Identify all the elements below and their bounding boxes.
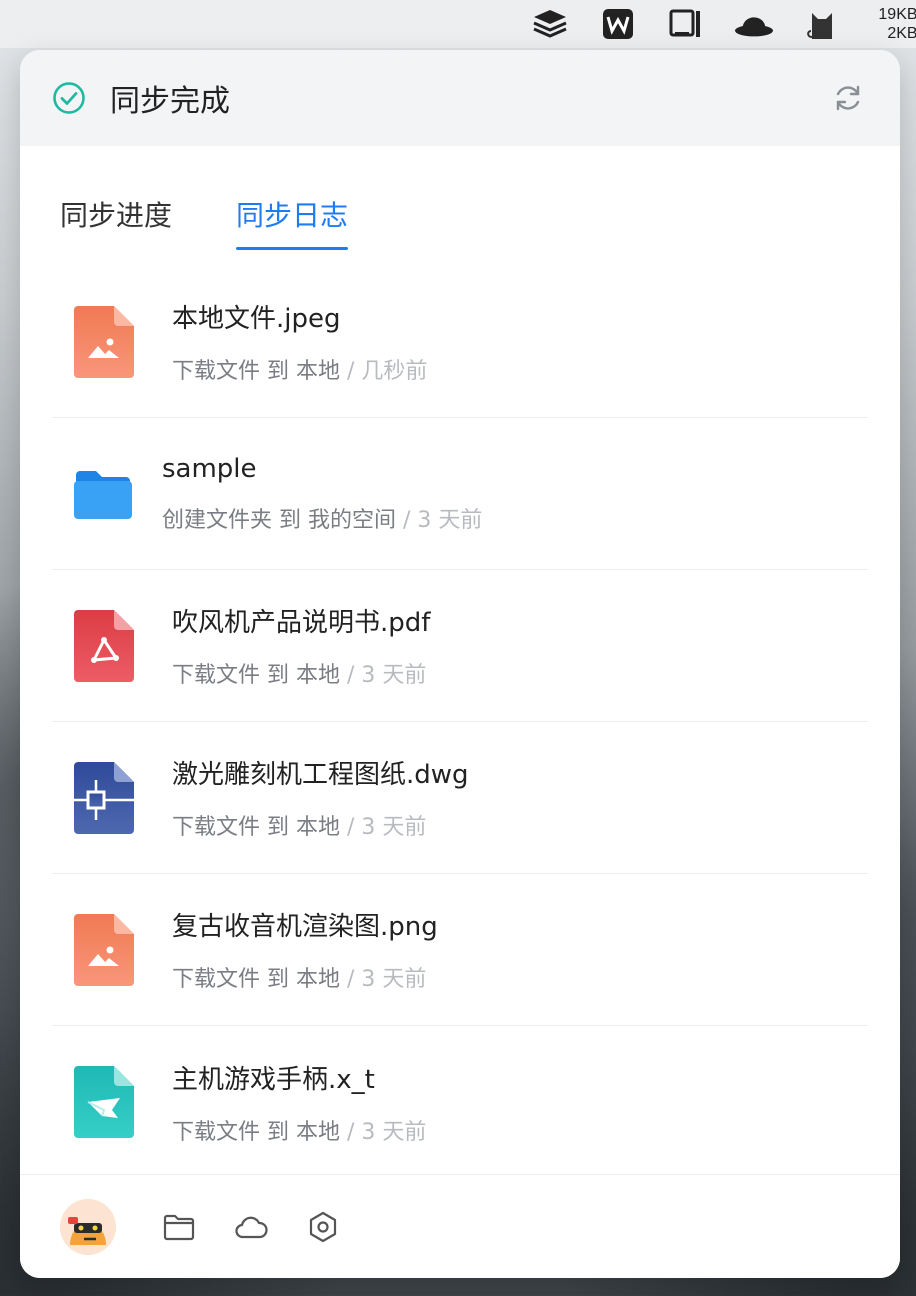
file-meta: 创建文件夹 到 我的空间 / 3 天前	[162, 507, 483, 533]
file-name: 复古收音机渲染图.png	[172, 912, 438, 942]
model-file-icon	[74, 1066, 134, 1138]
avatar[interactable]	[60, 1198, 116, 1255]
sync-log-list: 本地文件.jpeg 下载文件 到 本地 / 几秒前 sample 创建文件夹 到…	[52, 266, 868, 1178]
pdf-file-icon	[74, 609, 134, 682]
file-name: 主机游戏手柄.x_t	[172, 1064, 375, 1095]
file-name: 激光雕刻机工程图纸.dwg	[172, 760, 469, 790]
tablet-icon[interactable]	[666, 4, 706, 44]
folder-outline-icon[interactable]	[162, 1210, 196, 1244]
check-circle-icon	[53, 82, 85, 114]
file-name: sample	[162, 453, 257, 484]
list-item[interactable]: 吹风机产品说明书.pdf 下载文件 到 本地 / 3 天前	[52, 570, 868, 722]
file-name: 吹风机产品说明书.pdf	[172, 608, 431, 638]
list-item[interactable]: sample 创建文件夹 到 我的空间 / 3 天前	[52, 418, 868, 570]
sync-status: 同步完成	[110, 84, 230, 119]
file-name: 本地文件.jpeg	[172, 304, 341, 334]
refresh-icon[interactable]	[832, 82, 864, 114]
tab-sync-log[interactable]: 同步日志	[236, 194, 349, 250]
network-speed: 19KB/ 2KB/	[878, 6, 916, 42]
list-item[interactable]: 本地文件.jpeg 下载文件 到 本地 / 几秒前	[52, 266, 868, 418]
file-meta: 下载文件 到 本地 / 3 天前	[172, 1119, 427, 1145]
list-item[interactable]: 激光雕刻机工程图纸.dwg 下载文件 到 本地 / 3 天前	[52, 722, 868, 874]
file-meta: 下载文件 到 本地 / 3 天前	[172, 663, 427, 688]
image-file-icon	[74, 305, 134, 378]
panel-header: 同步完成	[20, 50, 900, 146]
tab-bar: 同步进度 同步日志	[20, 146, 900, 250]
list-item[interactable]: 复古收音机渲染图.png 下载文件 到 本地 / 3 天前	[52, 874, 868, 1026]
panel-footer	[20, 1174, 900, 1278]
bowler-hat-icon[interactable]	[734, 4, 774, 44]
file-meta: 下载文件 到 本地 / 3 天前	[172, 967, 427, 992]
file-meta: 下载文件 到 本地 / 几秒前	[172, 359, 428, 384]
menu-bar: 19KB/ 2KB/	[0, 0, 916, 48]
file-meta: 下载文件 到 本地 / 3 天前	[172, 815, 427, 840]
image-file-icon	[74, 913, 134, 986]
cat-icon[interactable]	[802, 4, 842, 44]
list-item[interactable]: 主机游戏手柄.x_t 下载文件 到 本地 / 3 天前	[52, 1026, 868, 1178]
folder-icon	[74, 470, 132, 519]
stack-icon[interactable]	[530, 4, 570, 44]
tab-sync-progress[interactable]: 同步进度	[60, 194, 172, 250]
sync-panel: 同步完成 同步进度 同步日志 本地文件.jpeg 下载文件 到 本地 / 几秒前…	[20, 50, 900, 1278]
wps-icon[interactable]	[598, 4, 638, 44]
settings-hexagon-icon[interactable]	[306, 1210, 340, 1244]
cloud-icon[interactable]	[234, 1210, 268, 1244]
dwg-file-icon	[74, 761, 134, 834]
